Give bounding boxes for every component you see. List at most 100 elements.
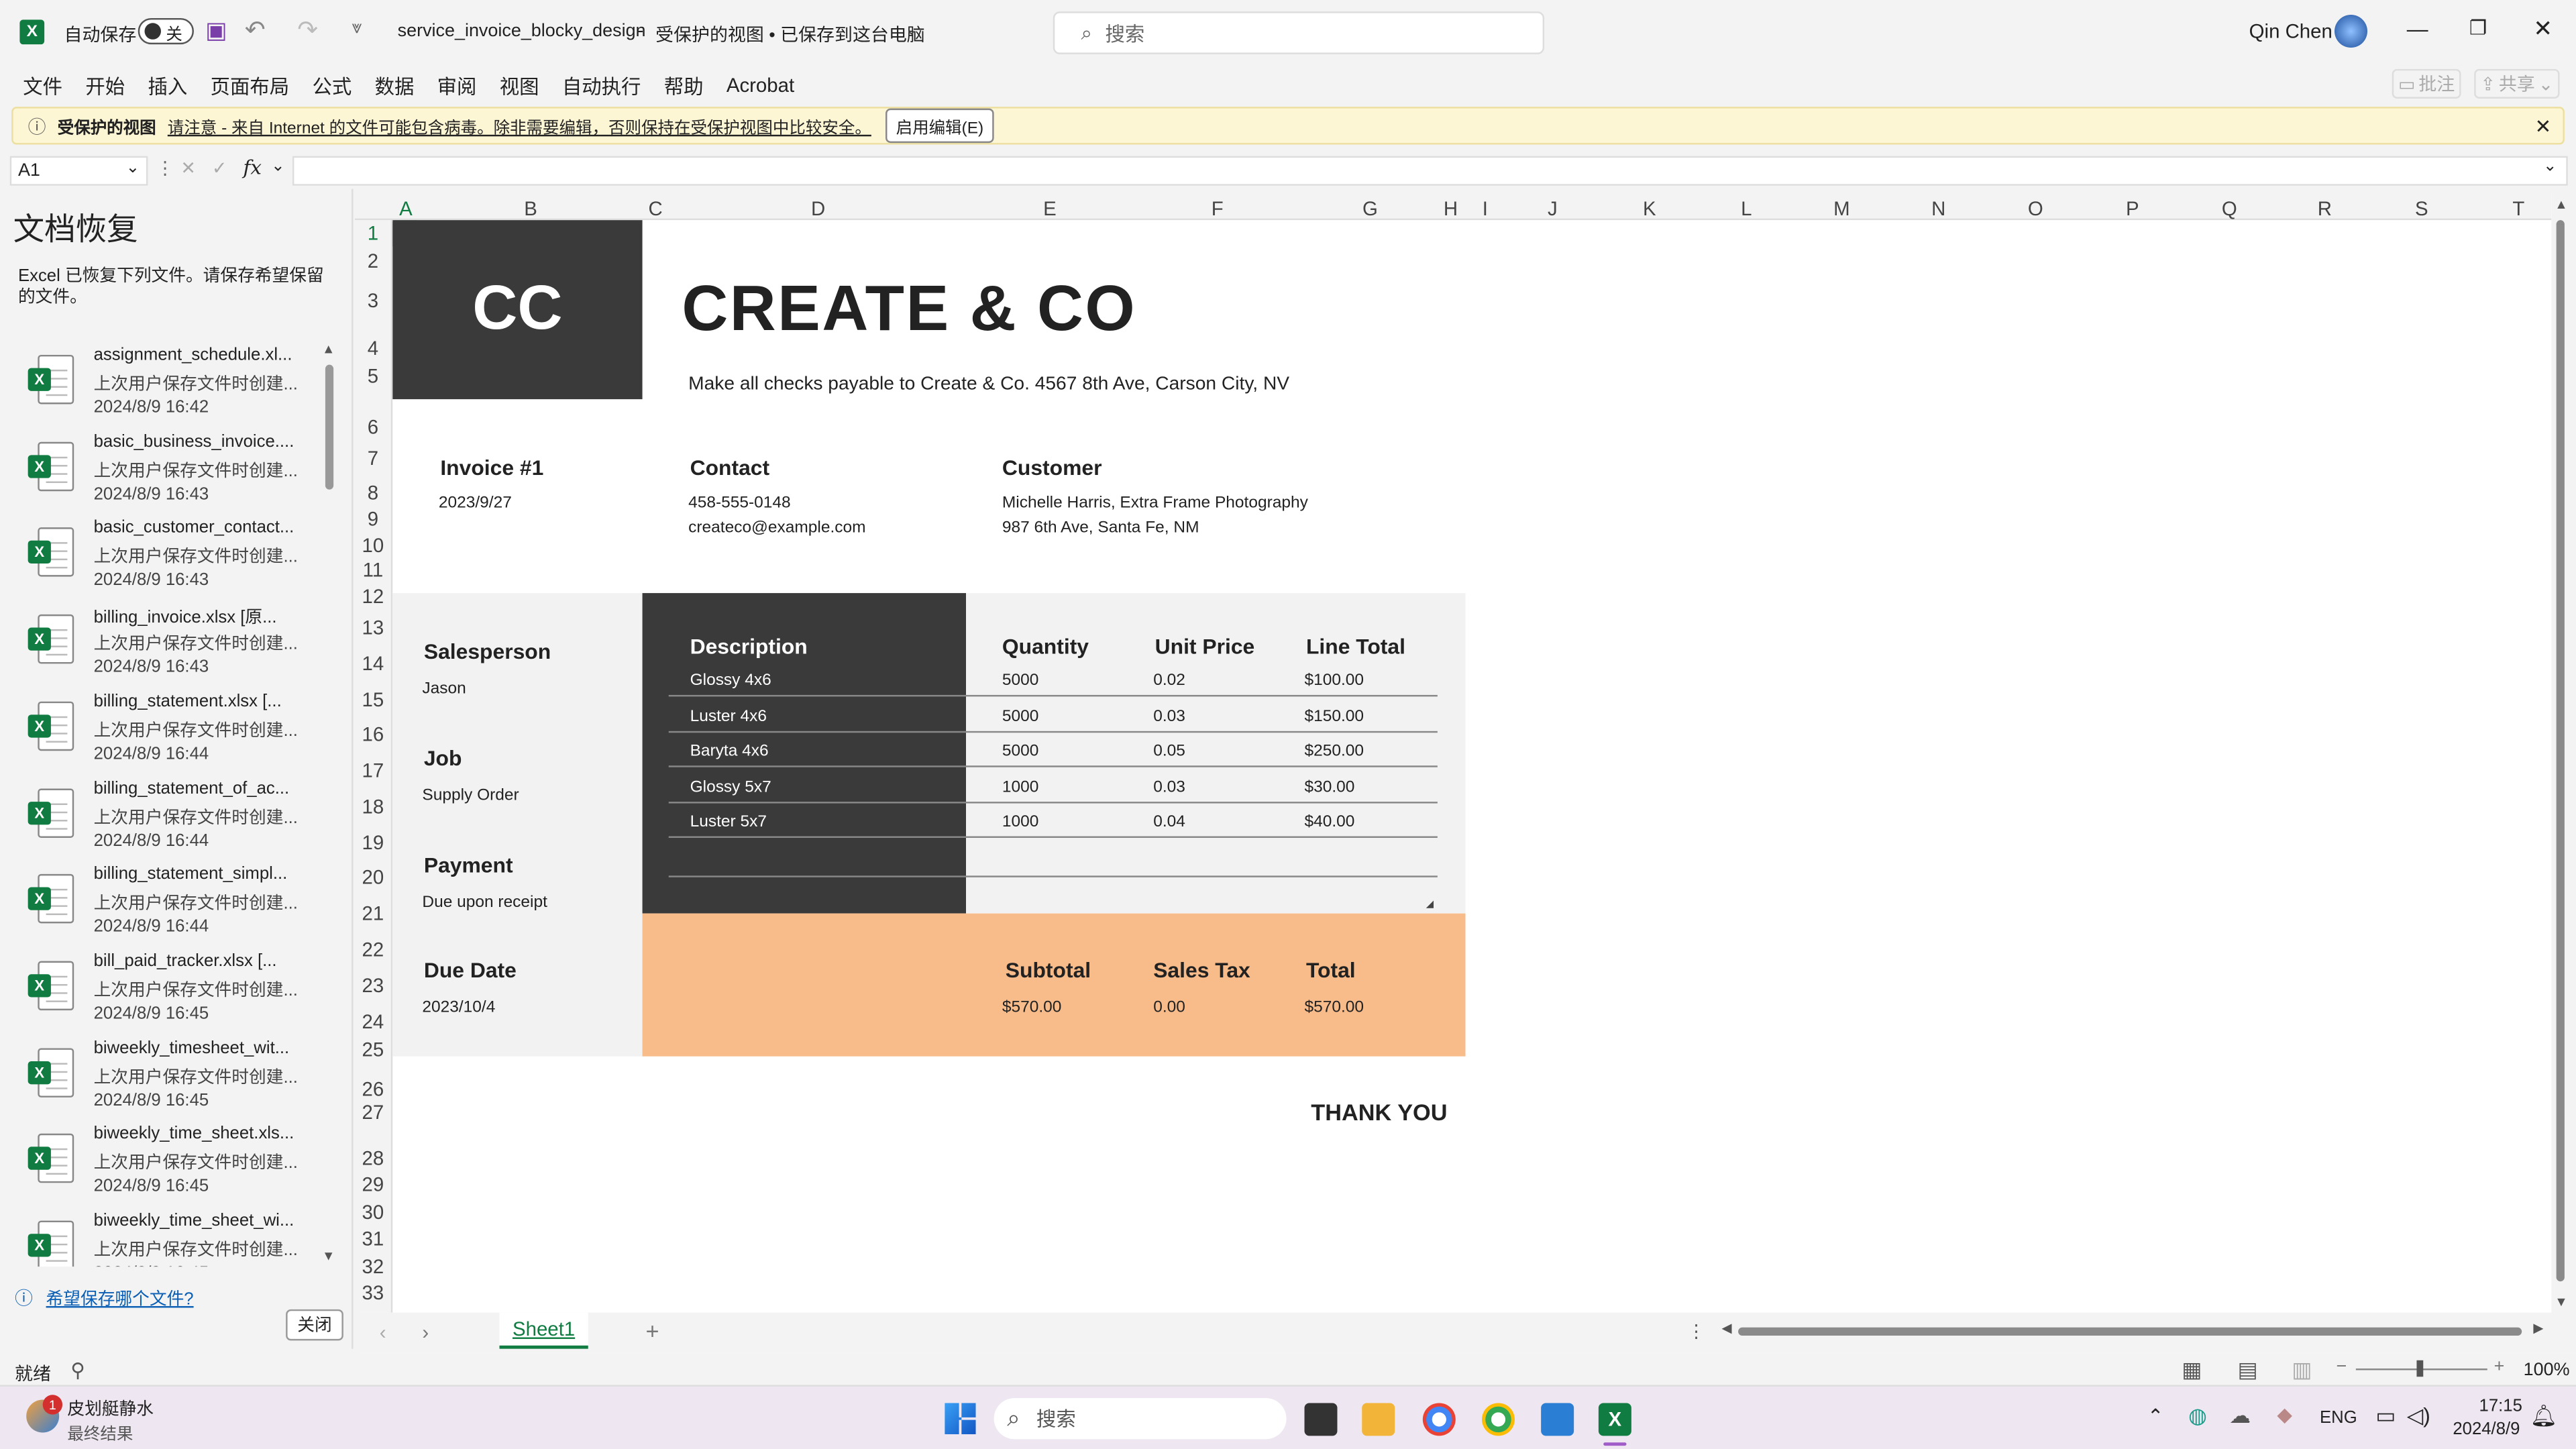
weather-title[interactable]: 皮划艇静水 bbox=[67, 1397, 154, 1421]
chevron-down-icon[interactable]: ⌄ bbox=[905, 21, 917, 40]
invoice-sheet[interactable]: CC CREATE & CO Make all checks payable t… bbox=[392, 220, 2552, 1313]
row-header[interactable]: 25 bbox=[355, 1038, 391, 1061]
recovered-file-item[interactable]: Xbilling_invoice.xlsx [原... 上次用户保存文件时创建..… bbox=[0, 598, 321, 686]
column-header[interactable]: G bbox=[1358, 197, 1381, 220]
page-break-icon[interactable]: ▥ bbox=[2292, 1357, 2312, 1383]
row-header[interactable]: 24 bbox=[355, 1010, 391, 1033]
row-header[interactable]: 21 bbox=[355, 902, 391, 925]
autosave-toggle[interactable]: 关 bbox=[138, 17, 194, 45]
close-icon[interactable]: ✕ bbox=[2535, 115, 2552, 138]
start-icon[interactable] bbox=[945, 1403, 976, 1434]
recovered-file-item[interactable]: Xbilling_statement.xlsx [... 上次用户保存文件时创建.… bbox=[0, 685, 321, 772]
column-header[interactable]: P bbox=[2121, 197, 2144, 220]
chevron-down-icon[interactable]: ⌄ bbox=[271, 158, 285, 176]
scroll-thumb[interactable] bbox=[325, 364, 334, 490]
recovered-file-item[interactable]: Xbilling_statement_simpl... 上次用户保存文件时创建..… bbox=[0, 858, 321, 945]
column-header[interactable]: B bbox=[519, 197, 542, 220]
network-icon[interactable]: ▭ bbox=[2375, 1403, 2396, 1429]
recovered-file-item[interactable]: Xbiweekly_timesheet_wit... 上次用户保存文件时创建...… bbox=[0, 1031, 321, 1118]
tab-file[interactable]: 文件 bbox=[23, 72, 62, 100]
column-header[interactable]: N bbox=[1927, 197, 1950, 220]
tab-help[interactable]: 帮助 bbox=[664, 72, 704, 100]
expand-formula-icon[interactable]: ⌄ bbox=[2543, 158, 2557, 176]
vscode-icon[interactable] bbox=[1541, 1403, 1574, 1436]
column-header[interactable]: I bbox=[1474, 197, 1497, 220]
comments-button[interactable]: ▭ 批注 bbox=[2392, 68, 2461, 99]
file-explorer-icon[interactable] bbox=[1362, 1403, 1395, 1436]
row-header[interactable]: 6 bbox=[355, 416, 391, 439]
column-header[interactable]: F bbox=[1206, 197, 1229, 220]
row-header[interactable]: 19 bbox=[355, 831, 391, 854]
pane-scrollbar[interactable]: ▲ ▼ bbox=[322, 341, 338, 1265]
row-header[interactable]: 14 bbox=[355, 652, 391, 675]
row-header[interactable]: 22 bbox=[355, 938, 391, 961]
column-header[interactable]: C bbox=[644, 197, 667, 220]
recovered-file-item[interactable]: Xbasic_customer_contact... 上次用户保存文件时创建...… bbox=[0, 512, 321, 599]
scroll-thumb[interactable] bbox=[2556, 220, 2565, 1282]
share-button[interactable]: ⇪ 共享 ⌄ bbox=[2474, 68, 2560, 99]
pane-close-button[interactable]: 关闭 bbox=[286, 1309, 343, 1341]
horizontal-scrollbar[interactable]: ◀ ▶ bbox=[1722, 1321, 2550, 1340]
column-header[interactable]: H bbox=[1439, 197, 1462, 220]
row-header[interactable]: 17 bbox=[355, 759, 391, 782]
tab-formulas[interactable]: 公式 bbox=[312, 72, 352, 100]
row-header[interactable]: 4 bbox=[355, 337, 391, 360]
redo-icon[interactable]: ↷ bbox=[297, 15, 318, 44]
tab-home[interactable]: 开始 bbox=[85, 72, 125, 100]
minimize-icon[interactable]: — bbox=[2407, 16, 2428, 41]
zoom-in-icon[interactable]: + bbox=[2494, 1357, 2505, 1377]
tab-page-layout[interactable]: 页面布局 bbox=[211, 72, 290, 100]
scroll-down-icon[interactable]: ▼ bbox=[2555, 1295, 2567, 1309]
scroll-up-icon[interactable]: ▲ bbox=[322, 341, 335, 356]
edge-tray-icon[interactable]: ◍ bbox=[2188, 1403, 2207, 1429]
cloud-icon[interactable]: ☁ bbox=[2229, 1403, 2251, 1429]
cancel-icon[interactable]: ✕ bbox=[180, 158, 196, 179]
recovered-file-item[interactable]: Xbilling_statement_of_ac... 上次用户保存文件时创建..… bbox=[0, 771, 321, 859]
tab-review[interactable]: 审阅 bbox=[437, 72, 477, 100]
task-view-icon[interactable] bbox=[1304, 1403, 1338, 1436]
recovered-file-item[interactable]: Xbiweekly_time_sheet_wi... 上次用户保存文件时创建...… bbox=[0, 1204, 321, 1267]
row-header[interactable]: 30 bbox=[355, 1201, 391, 1224]
row-header[interactable]: 26 bbox=[355, 1078, 391, 1101]
pet-icon[interactable]: ◆ bbox=[2277, 1403, 2292, 1426]
notifications-icon[interactable]: 🔔︎ bbox=[2530, 1403, 2557, 1429]
row-header[interactable]: 12 bbox=[355, 585, 391, 608]
column-header[interactable]: D bbox=[806, 197, 829, 220]
column-header[interactable]: M bbox=[1830, 197, 1853, 220]
name-box[interactable]: A1 ⌄ bbox=[9, 156, 148, 186]
enable-editing-button[interactable]: 启用编辑(E) bbox=[885, 108, 994, 144]
scroll-right-icon[interactable]: ▶ bbox=[2533, 1321, 2543, 1336]
more-options-icon[interactable]: ⋮ bbox=[1687, 1321, 1705, 1342]
column-header[interactable]: R bbox=[2313, 197, 2336, 220]
recovered-file-item[interactable]: Xbill_paid_tracker.xlsx [... 上次用户保存文件时创建.… bbox=[0, 945, 321, 1032]
row-header[interactable]: 13 bbox=[355, 616, 391, 639]
volume-icon[interactable]: ◁) bbox=[2407, 1403, 2430, 1429]
tab-view[interactable]: 视图 bbox=[500, 72, 539, 100]
column-header[interactable]: T bbox=[2507, 197, 2530, 220]
row-header[interactable]: 29 bbox=[355, 1173, 391, 1196]
row-header[interactable]: 2 bbox=[355, 250, 391, 272]
chevron-up-icon[interactable]: ⌃ bbox=[2147, 1405, 2164, 1428]
taskbar-search[interactable]: ⌕ 搜索 bbox=[994, 1398, 1287, 1440]
which-file-link[interactable]: 希望保存哪个文件? bbox=[46, 1287, 194, 1311]
save-icon[interactable]: ▣ bbox=[205, 16, 227, 44]
restore-icon[interactable]: ❐ bbox=[2469, 16, 2487, 39]
vertical-scrollbar[interactable]: ▲ ▼ bbox=[2553, 197, 2569, 1314]
row-header[interactable]: 18 bbox=[355, 795, 391, 818]
row-header[interactable]: 1 bbox=[355, 222, 391, 245]
tab-data[interactable]: 数据 bbox=[375, 72, 415, 100]
search-box[interactable]: ⌕ 搜索 bbox=[1053, 11, 1545, 54]
scroll-left-icon[interactable]: ◀ bbox=[1722, 1321, 1732, 1336]
column-header[interactable]: E bbox=[1038, 197, 1061, 220]
row-header[interactable]: 20 bbox=[355, 866, 391, 889]
row-header[interactable]: 11 bbox=[355, 559, 391, 582]
tab-automate[interactable]: 自动执行 bbox=[562, 72, 641, 100]
enter-icon[interactable]: ✓ bbox=[212, 158, 227, 179]
zoom-slider-thumb[interactable] bbox=[2416, 1360, 2424, 1377]
row-header[interactable]: 5 bbox=[355, 365, 391, 388]
row-header[interactable]: 3 bbox=[355, 289, 391, 312]
accessibility-icon[interactable]: ⚲ bbox=[70, 1358, 85, 1381]
row-header[interactable]: 10 bbox=[355, 534, 391, 557]
row-header[interactable]: 28 bbox=[355, 1146, 391, 1169]
avatar[interactable] bbox=[2334, 15, 2368, 48]
